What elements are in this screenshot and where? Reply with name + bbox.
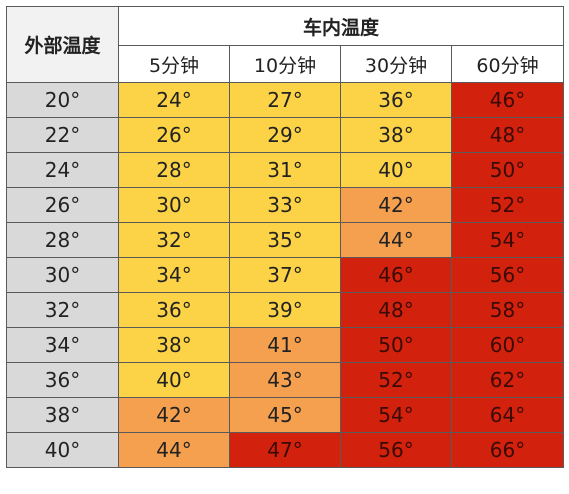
time-column-header: 60分钟 <box>450 45 565 83</box>
inside-temperature-header: 车内温度 <box>117 6 565 46</box>
inside-temperature-cell: 56° <box>340 432 452 468</box>
table-row: 38° 42° 45° 54° 64° <box>6 397 565 433</box>
inside-temperature-cell: 39° <box>229 292 341 328</box>
inside-temperature-cell: 60° <box>450 327 565 363</box>
inside-temperature-cell: 36° <box>118 292 230 328</box>
inside-temperature-cell: 36° <box>340 82 452 118</box>
table-row: 30° 34° 37° 46° 56° <box>6 257 565 293</box>
inside-temperature-cell: 64° <box>450 397 565 433</box>
inside-temperature-cell: 42° <box>118 397 230 433</box>
inside-temperature-cell: 44° <box>340 222 452 258</box>
inside-temperature-cell: 44° <box>118 432 230 468</box>
table-body: 20° 24° 27° 36° 46° 22° 26° 29° 38° 48° 24° 28° 31° 4… <box>6 82 565 468</box>
outside-temperature-cell: 38° <box>6 397 119 433</box>
inside-temperature-cell: 66° <box>450 432 565 468</box>
inside-temperature-cell: 34° <box>118 257 230 293</box>
inside-temperature-cell: 42° <box>340 187 452 223</box>
time-column-header: 10分钟 <box>229 45 341 83</box>
table-row: 28° 32° 35° 44° 54° <box>6 222 565 258</box>
inside-temperature-cell: 50° <box>340 327 452 363</box>
inside-temperature-cell: 43° <box>229 362 341 398</box>
inside-temperature-cell: 45° <box>229 397 341 433</box>
inside-temperature-cell: 38° <box>340 117 452 153</box>
inside-temperature-cell: 54° <box>340 397 452 433</box>
table-row: 22° 26° 29° 38° 48° <box>6 117 565 153</box>
inside-temperature-cell: 33° <box>229 187 341 223</box>
inside-temperature-cell: 31° <box>229 152 341 188</box>
inside-temperature-cell: 29° <box>229 117 341 153</box>
outside-temperature-cell: 32° <box>6 292 119 328</box>
inside-temperature-cell: 56° <box>450 257 565 293</box>
outside-temperature-header: 外部温度 <box>6 6 119 83</box>
table-row: 34° 38° 41° 50° 60° <box>6 327 565 363</box>
time-column-header: 30分钟 <box>340 45 452 83</box>
outside-temperature-cell: 40° <box>6 432 119 468</box>
temperature-heat-table: 外部温度 车内温度 5分钟 10分钟 30分钟 60分钟 20° 24° 27° 36… <box>6 6 565 468</box>
time-column-header: 5分钟 <box>118 45 230 83</box>
outside-temperature-cell: 28° <box>6 222 119 258</box>
outside-temperature-cell: 26° <box>6 187 119 223</box>
inside-temperature-cell: 47° <box>229 432 341 468</box>
inside-temperature-cell: 62° <box>450 362 565 398</box>
inside-temperature-cell: 52° <box>450 187 565 223</box>
outside-temperature-cell: 20° <box>6 82 119 118</box>
inside-temperature-cell: 35° <box>229 222 341 258</box>
outside-temperature-cell: 36° <box>6 362 119 398</box>
inside-temperature-cell: 52° <box>340 362 452 398</box>
inside-temperature-cell: 40° <box>340 152 452 188</box>
inside-temperature-cell: 40° <box>118 362 230 398</box>
inside-temperature-cell: 48° <box>450 117 565 153</box>
inside-temperature-cell: 50° <box>450 152 565 188</box>
inside-temperature-cell: 32° <box>118 222 230 258</box>
inside-temperature-cell: 28° <box>118 152 230 188</box>
inside-temperature-cell: 46° <box>340 257 452 293</box>
table-row: 36° 40° 43° 52° 62° <box>6 362 565 398</box>
inside-temperature-cell: 46° <box>450 82 565 118</box>
inside-temperature-cell: 38° <box>118 327 230 363</box>
outside-temperature-cell: 30° <box>6 257 119 293</box>
inside-temperature-cell: 30° <box>118 187 230 223</box>
table-row: 40° 44° 47° 56° 66° <box>6 432 565 468</box>
inside-temperature-cell: 37° <box>229 257 341 293</box>
inside-temperature-cell: 58° <box>450 292 565 328</box>
inside-temperature-cell: 54° <box>450 222 565 258</box>
table-row: 26° 30° 33° 42° 52° <box>6 187 565 223</box>
inside-temperature-cell: 41° <box>229 327 341 363</box>
inside-temperature-cell: 48° <box>340 292 452 328</box>
table-row: 32° 36° 39° 48° 58° <box>6 292 565 328</box>
table-row: 20° 24° 27° 36° 46° <box>6 82 565 118</box>
outside-temperature-cell: 34° <box>6 327 119 363</box>
inside-temperature-cell: 27° <box>229 82 341 118</box>
outside-temperature-cell: 22° <box>6 117 119 153</box>
inside-temperature-cell: 26° <box>118 117 230 153</box>
outside-temperature-cell: 24° <box>6 152 119 188</box>
table-row: 24° 28° 31° 40° 50° <box>6 152 565 188</box>
inside-temperature-cell: 24° <box>118 82 230 118</box>
